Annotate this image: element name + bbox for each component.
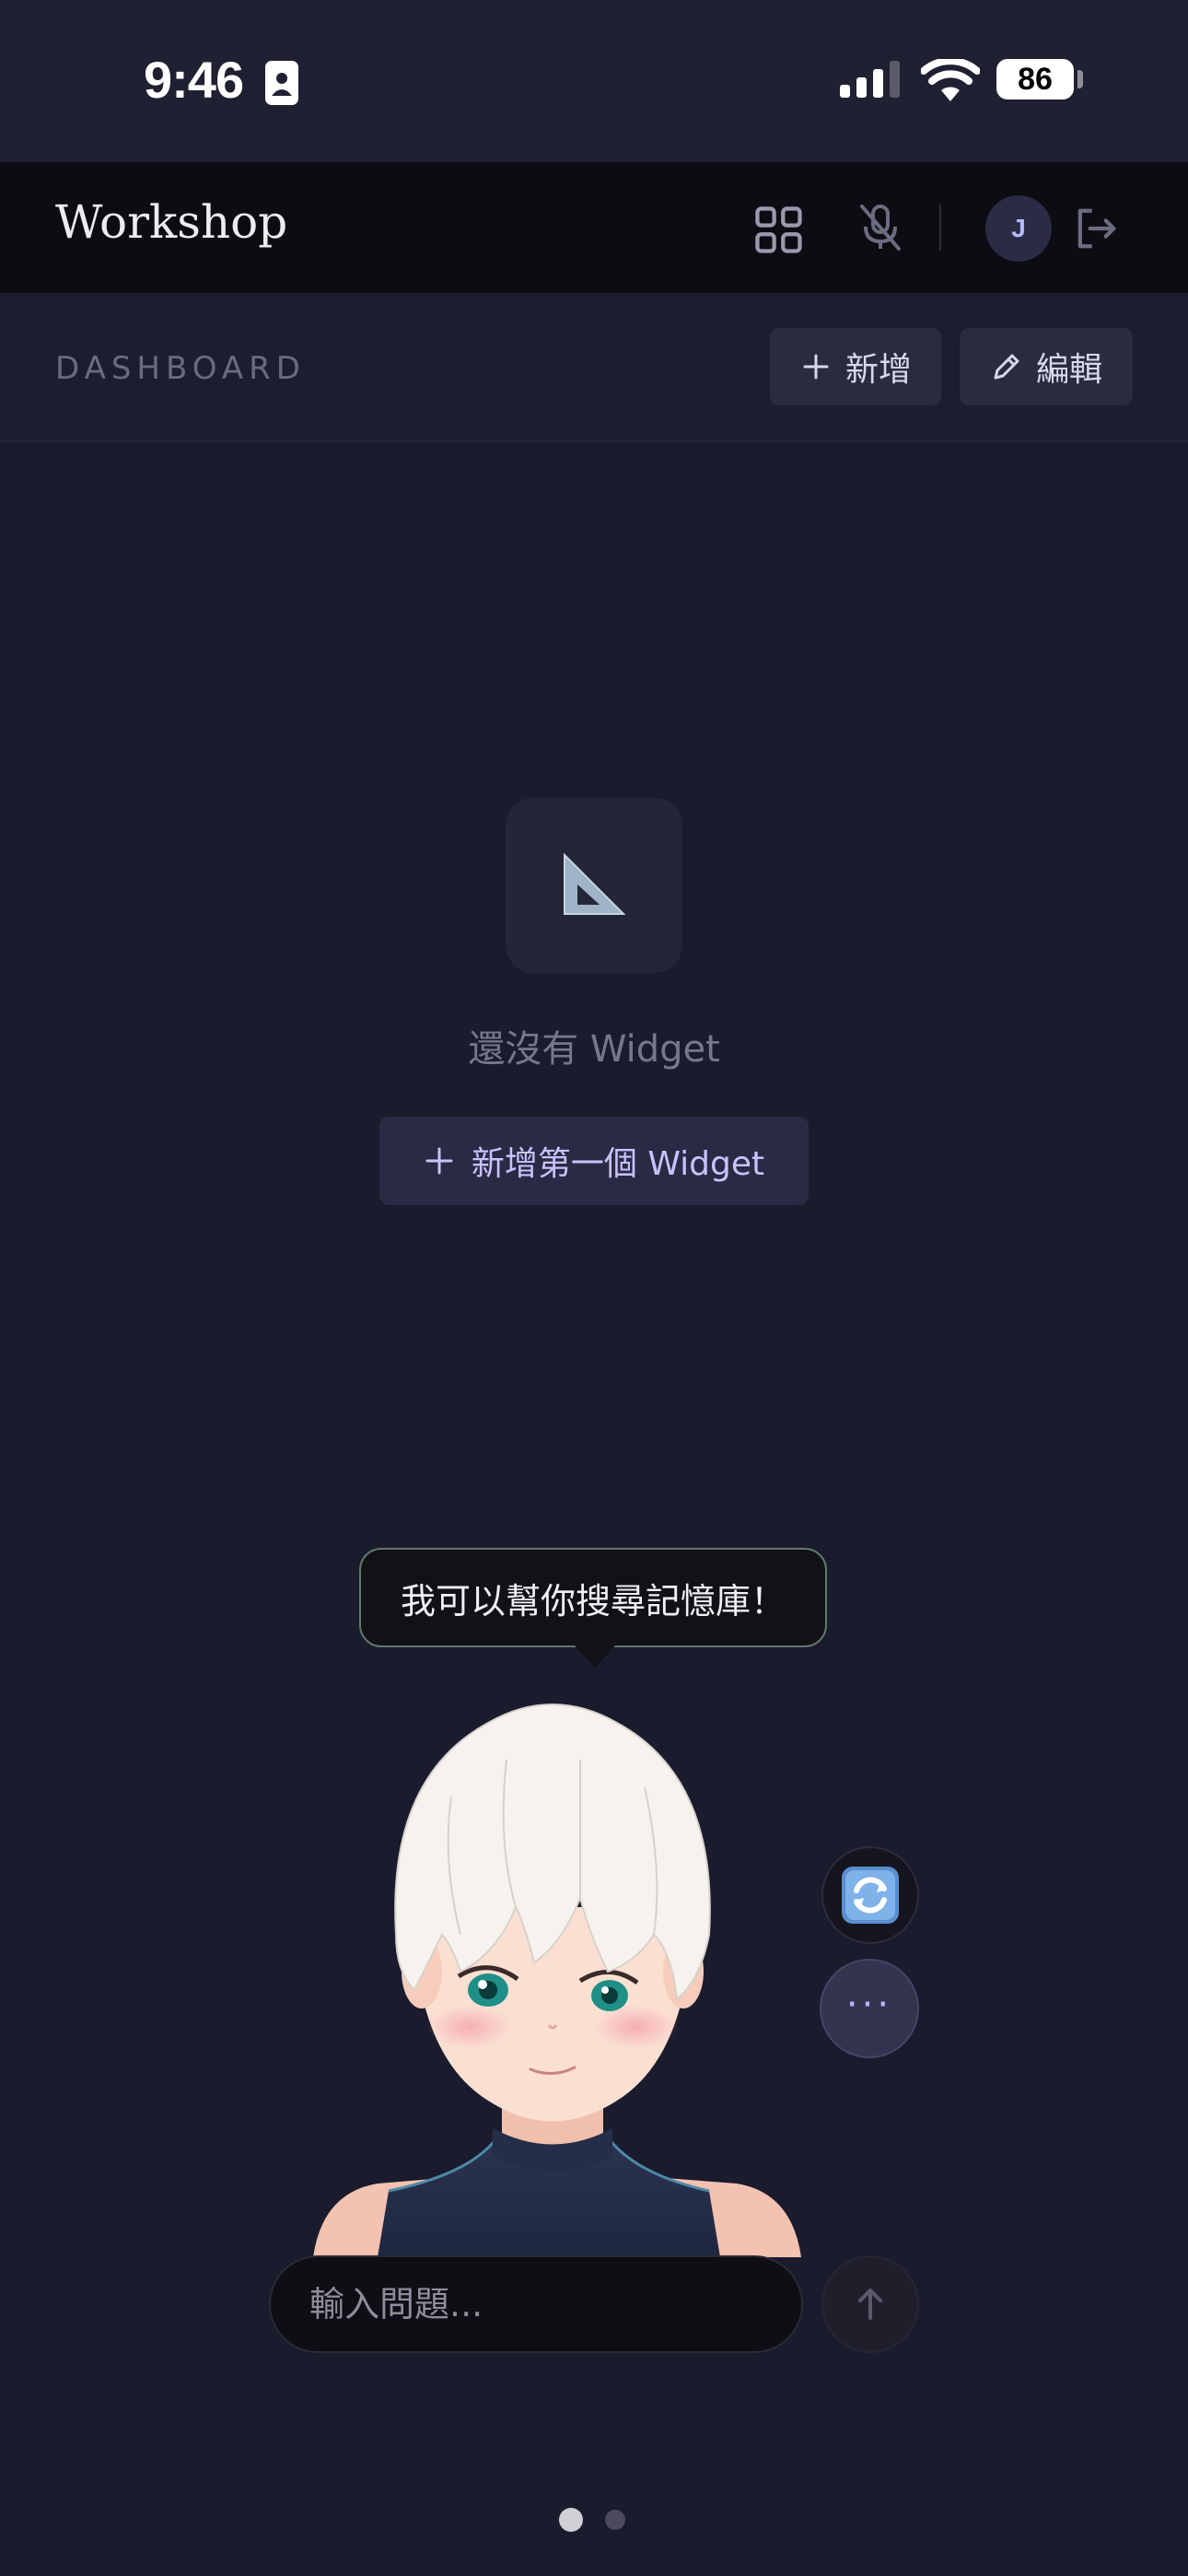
app-title: Workshop <box>55 195 288 249</box>
logout-icon[interactable] <box>1068 201 1124 256</box>
mic-off-icon[interactable] <box>853 199 908 254</box>
plus-icon <box>803 354 829 380</box>
assistant-speech-bubble: 我可以幫你搜尋記憶庫！ <box>359 1548 827 1647</box>
page-dot-2[interactable] <box>605 2510 625 2530</box>
pencil-icon <box>994 354 1019 380</box>
grid-icon[interactable] <box>751 203 807 258</box>
empty-state-icon-box <box>506 798 682 973</box>
app-header: Workshop J <box>0 162 1188 293</box>
bubble-text: 我可以幫你搜尋記憶庫！ <box>400 1580 786 1622</box>
add-first-widget-label: 新增第一個 Widget <box>471 1145 765 1183</box>
arrow-up-icon <box>858 2289 882 2320</box>
add-first-widget-button[interactable]: 新增第一個 Widget <box>379 1117 809 1205</box>
more-options-button[interactable]: ··· <box>820 1959 919 2058</box>
battery-indicator: 86 <box>996 59 1074 100</box>
chat-input[interactable] <box>269 2255 803 2353</box>
edit-button-label: 編輯 <box>1035 351 1102 389</box>
status-time: 9:46 <box>144 51 244 109</box>
wifi-icon <box>921 59 980 101</box>
refresh-icon <box>842 1867 899 1924</box>
edit-button[interactable]: 編輯 <box>960 328 1133 405</box>
avatar[interactable]: J <box>985 195 1052 262</box>
refresh-button[interactable] <box>821 1846 919 1944</box>
plus-icon <box>425 1147 453 1175</box>
header-divider <box>939 205 941 251</box>
dashboard-label: DASHBOARD <box>55 350 306 387</box>
triangle-ruler-icon <box>564 852 626 915</box>
empty-state-message: 還沒有 Widget <box>468 1028 720 1071</box>
assistant-avatar-character[interactable] <box>304 1658 820 2257</box>
battery-nub <box>1077 70 1083 88</box>
dashboard-bar: DASHBOARD 新增 編輯 <box>0 293 1188 442</box>
add-button-label: 新增 <box>844 351 912 389</box>
cellular-signal-icon <box>840 61 900 98</box>
add-button[interactable]: 新增 <box>770 328 941 405</box>
status-bar: 9:46 86 <box>0 0 1188 162</box>
send-button[interactable] <box>821 2255 919 2353</box>
contact-card-icon <box>265 61 298 105</box>
page-dot-1[interactable] <box>559 2508 583 2532</box>
